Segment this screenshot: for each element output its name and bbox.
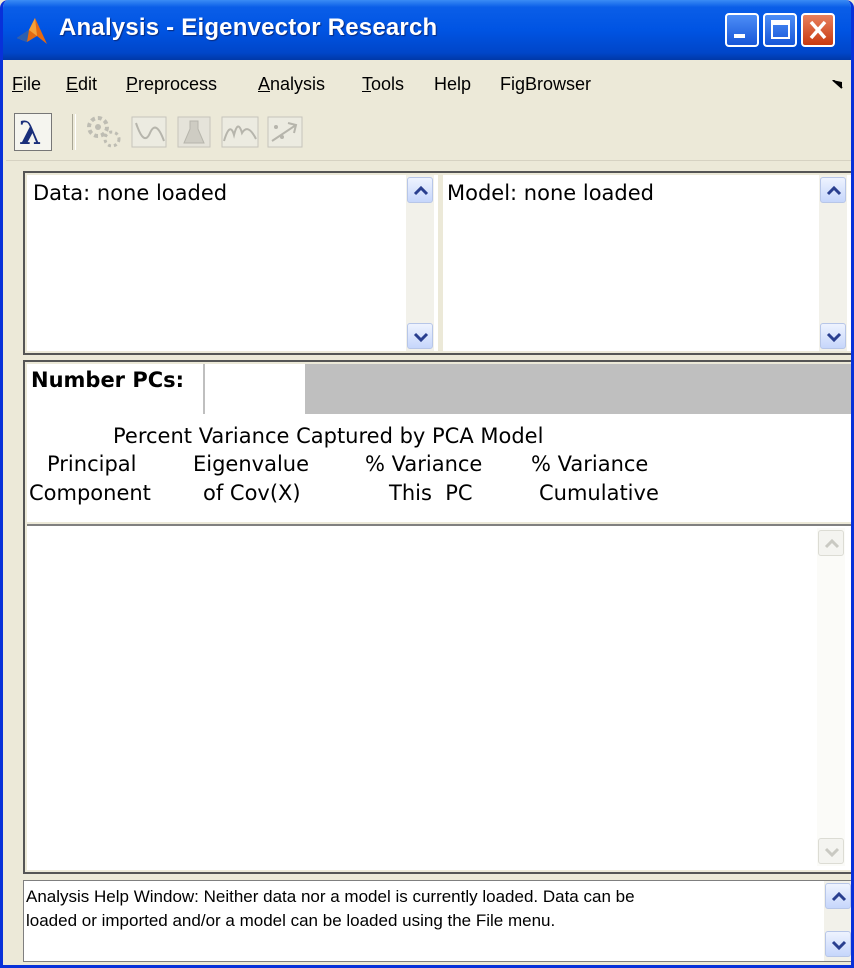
variance-scroll-down-button[interactable] <box>818 838 844 864</box>
help-scroll-up-button[interactable] <box>825 883 851 909</box>
flask-icon <box>177 116 211 148</box>
variance-scrollbar[interactable] <box>817 528 845 866</box>
chevron-down-icon <box>413 332 429 343</box>
menu-bar: File Edit Preprocess Analysis Tools Help… <box>6 60 851 105</box>
header-variance-pc: % Variance <box>365 452 483 476</box>
header-eigenvalue: Eigenvalue <box>193 452 310 476</box>
help-line-2: loaded or imported and/or a model can be… <box>26 911 556 930</box>
variance-list[interactable] <box>27 524 851 870</box>
variance-header: Percent Variance Captured by PCA Model P… <box>27 414 851 522</box>
matlab-logo-icon <box>17 18 47 44</box>
scatter-arrow-button[interactable] <box>266 113 303 149</box>
header-principal: Principal <box>47 452 137 476</box>
dock-arrow-icon[interactable] <box>832 80 844 90</box>
header-this-pc: This PC <box>389 481 473 505</box>
toolbar-separator <box>72 114 76 150</box>
help-panel[interactable]: Analysis Help Window: Neither data nor a… <box>23 880 851 962</box>
close-button[interactable] <box>801 13 835 47</box>
gears-button[interactable] <box>84 113 121 149</box>
header-cov: of Cov(X) <box>203 481 301 505</box>
menu-help[interactable]: Help <box>434 74 471 95</box>
data-scrollbar[interactable] <box>406 175 434 351</box>
lambda-button[interactable]: λ <box>14 113 52 152</box>
model-scrollbar[interactable] <box>819 175 847 351</box>
gears-icon <box>87 116 121 148</box>
menu-figbrowser[interactable]: FigBrowser <box>500 74 591 95</box>
chevron-down-icon <box>831 940 847 951</box>
chevron-down-icon <box>824 847 840 858</box>
variance-scroll-up-button[interactable] <box>818 530 844 556</box>
model-scroll-up-button[interactable] <box>820 177 846 203</box>
svg-text:λ: λ <box>19 114 41 150</box>
spectrum-button[interactable] <box>220 113 259 149</box>
curve-button[interactable] <box>130 113 167 149</box>
chevron-up-icon <box>831 891 847 902</box>
window-title: Analysis - Eigenvector Research <box>59 14 438 41</box>
minimize-icon <box>734 34 745 38</box>
data-scroll-down-button[interactable] <box>407 323 433 349</box>
help-scrollbar[interactable] <box>824 881 851 961</box>
maximize-button[interactable] <box>763 13 797 47</box>
lambda-icon: λ <box>19 114 41 152</box>
chevron-up-icon <box>413 185 429 196</box>
title-bar[interactable]: Analysis - Eigenvector Research <box>3 0 851 60</box>
menu-edit[interactable]: Edit <box>66 74 97 95</box>
menu-analysis[interactable]: Analysis <box>258 74 325 95</box>
scatter-arrow-icon <box>267 116 303 148</box>
menu-preprocess[interactable]: Preprocess <box>126 74 217 95</box>
data-scroll-up-button[interactable] <box>407 177 433 203</box>
close-icon <box>809 20 827 40</box>
menu-tools[interactable]: Tools <box>362 74 404 95</box>
model-panel[interactable]: Model: none loaded <box>443 175 851 351</box>
model-scroll-down-button[interactable] <box>820 323 846 349</box>
maximize-icon <box>771 20 790 39</box>
chevron-up-icon <box>824 538 840 549</box>
header-variance-cum: % Variance <box>531 452 649 476</box>
pcs-bar: Number PCs: <box>27 364 851 414</box>
flask-button[interactable] <box>176 113 212 149</box>
pcs-label-box: Number PCs: <box>27 364 203 414</box>
curve-icon <box>131 116 167 148</box>
pcs-label: Number PCs: <box>31 368 185 392</box>
data-label: Data: none loaded <box>33 181 228 205</box>
header-cumulative: Cumulative <box>539 481 659 505</box>
pcs-input[interactable] <box>205 364 305 414</box>
chevron-down-icon <box>826 332 842 343</box>
toolbar: λ <box>6 104 851 161</box>
minimize-button[interactable] <box>725 13 759 47</box>
header-component: Component <box>29 481 151 505</box>
model-label: Model: none loaded <box>447 181 654 205</box>
variance-title: Percent Variance Captured by PCA Model <box>113 424 544 448</box>
analysis-window: Analysis - Eigenvector Research File Edi… <box>0 0 854 968</box>
menu-file[interactable]: File <box>12 74 41 95</box>
data-panel[interactable]: Data: none loaded <box>27 175 438 351</box>
chevron-up-icon <box>826 185 842 196</box>
help-line-1: Analysis Help Window: Neither data nor a… <box>26 887 635 906</box>
spectrum-icon <box>221 116 259 148</box>
help-scroll-down-button[interactable] <box>825 931 851 957</box>
